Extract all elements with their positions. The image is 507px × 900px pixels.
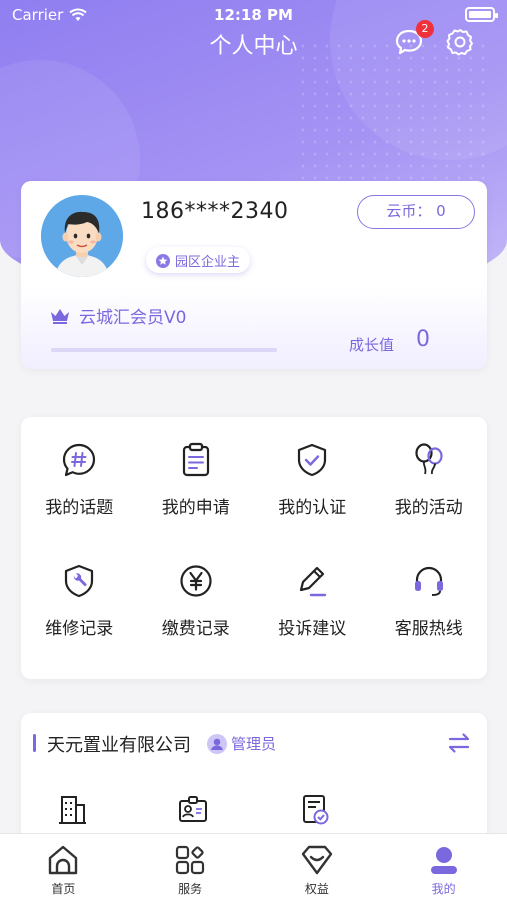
growth-progress-bar xyxy=(51,348,277,352)
function-menu-card: 我的话题 我的申请 我的认证 我的活动 维修记录 缴费记录 投诉建议 客服热线 xyxy=(21,417,487,679)
topic-icon xyxy=(63,443,96,477)
benefits-icon xyxy=(301,845,333,875)
member-level-label: 云城汇会员V0 xyxy=(79,308,187,328)
coin-balance-button[interactable]: 云币： 0 xyxy=(357,195,475,229)
avatar-image xyxy=(41,195,123,277)
member-level[interactable]: 云城汇会员V0 xyxy=(49,303,186,328)
headset-icon xyxy=(414,566,443,596)
crown-icon xyxy=(51,308,69,324)
clipboard-icon xyxy=(182,442,209,477)
menu-item-my-applications[interactable]: 我的申请 xyxy=(138,423,255,544)
user-avatar-icon xyxy=(207,733,227,754)
accent-bar xyxy=(33,734,36,752)
tab-benefits[interactable]: 权益 xyxy=(254,834,381,900)
menu-item-complaints[interactable]: 投诉建议 xyxy=(254,544,371,665)
menu-item-repair-records[interactable]: 维修记录 xyxy=(21,544,138,665)
profile-icon xyxy=(430,847,457,874)
role-tag-label: 园区企业主 xyxy=(175,254,241,270)
pen-icon xyxy=(300,566,327,597)
tab-services[interactable]: 服务 xyxy=(127,834,254,900)
building-icon[interactable] xyxy=(55,793,89,827)
menu-item-my-topics[interactable]: 我的话题 xyxy=(21,423,138,544)
tab-mine[interactable]: 我的 xyxy=(380,834,507,900)
tab-label: 首页 xyxy=(51,882,76,896)
tab-label: 权益 xyxy=(304,882,329,896)
balloons-icon xyxy=(415,443,443,475)
message-badge: 2 xyxy=(416,20,434,38)
wrench-shield-icon xyxy=(65,564,94,598)
growth-value: 0 xyxy=(416,327,430,352)
menu-item-label: 维修记录 xyxy=(45,619,114,639)
battery-icon xyxy=(465,7,498,22)
grid-services-icon xyxy=(176,845,205,875)
menu-item-label: 我的申请 xyxy=(161,498,230,518)
menu-item-customer-service[interactable]: 客服热线 xyxy=(371,544,488,665)
menu-item-label: 缴费记录 xyxy=(161,619,230,639)
settings-gear-icon[interactable] xyxy=(445,27,475,57)
admin-role: 管理员 xyxy=(207,733,276,754)
growth-label: 成长值 xyxy=(349,336,395,354)
menu-item-payment-records[interactable]: 缴费记录 xyxy=(138,544,255,665)
role-tag: 园区企业主 xyxy=(146,247,251,273)
menu-item-label: 我的活动 xyxy=(394,498,463,518)
yen-circle-icon xyxy=(180,565,212,597)
menu-item-my-certification[interactable]: 我的认证 xyxy=(254,423,371,544)
menu-item-label: 投诉建议 xyxy=(278,619,347,639)
tab-bar: 首页 服务 权益 我的 xyxy=(0,833,507,900)
menu-item-label: 客服热线 xyxy=(394,619,463,639)
menu-item-my-activities[interactable]: 我的活动 xyxy=(371,423,488,544)
medal-icon xyxy=(156,254,170,268)
company-name: 天元置业有限公司 xyxy=(47,735,191,756)
phone-number: 186****2340 xyxy=(141,199,289,224)
document-check-icon[interactable] xyxy=(298,793,332,827)
menu-item-label: 我的话题 xyxy=(45,498,114,518)
shield-check-icon xyxy=(298,443,327,477)
switch-company-icon[interactable] xyxy=(445,729,473,757)
home-icon xyxy=(49,845,78,875)
admin-role-label: 管理员 xyxy=(231,735,277,753)
tab-home[interactable]: 首页 xyxy=(0,834,127,900)
employee-card-icon[interactable] xyxy=(176,793,210,827)
tab-label: 服务 xyxy=(178,882,203,896)
profile-card: 186****2340 云币： 0 园区企业主 云城汇会员V0 成长值 0 xyxy=(21,181,487,369)
avatar[interactable] xyxy=(41,195,123,277)
tab-label: 我的 xyxy=(431,882,456,896)
menu-item-label: 我的认证 xyxy=(278,498,347,518)
